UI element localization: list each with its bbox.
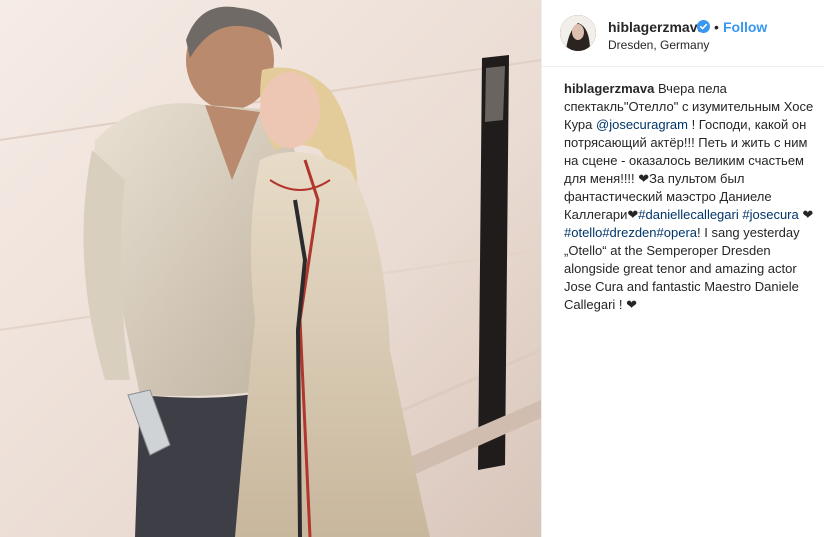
caption-author[interactable]: hiblagerzmava [564, 81, 654, 96]
post-caption: hiblagerzmava Вчера пела спектакль"Отелл… [564, 80, 814, 314]
post-photo[interactable] [0, 0, 541, 537]
post-header: hiblagerzmava • Follow Dresden, Germany [542, 0, 824, 67]
post-location[interactable]: Dresden, Germany [608, 38, 709, 52]
post-username[interactable]: hiblagerzmava [608, 19, 705, 35]
post-sidebar: hiblagerzmava • Follow Dresden, Germany … [541, 0, 824, 537]
hashtag-otello[interactable]: #otello [564, 225, 602, 240]
hashtag-daniellecallegari[interactable]: #daniellecallegari [638, 207, 738, 222]
photo-illustration [0, 0, 541, 537]
hashtag-josecura[interactable]: #josecura [742, 207, 798, 222]
profile-avatar[interactable] [560, 15, 596, 51]
mention-josecuragram[interactable]: @josecuragram [596, 117, 688, 132]
hashtag-drezden[interactable]: #drezden [602, 225, 656, 240]
avatar-image [560, 15, 596, 51]
header-separator: • [714, 19, 719, 35]
hashtag-opera[interactable]: #opera [657, 225, 697, 240]
follow-button[interactable]: Follow [723, 19, 767, 35]
caption-text-3: ❤ [798, 207, 814, 222]
verified-badge-icon [697, 20, 710, 33]
